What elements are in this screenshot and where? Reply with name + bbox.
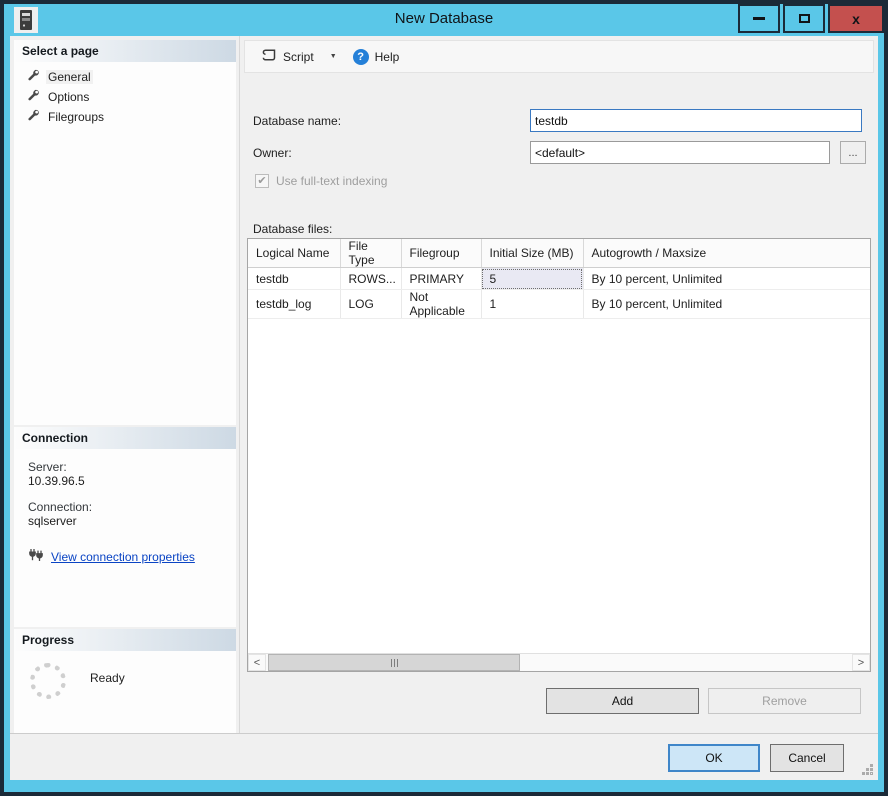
server-value: 10.39.96.5 — [28, 474, 236, 488]
cancel-button[interactable]: Cancel — [770, 744, 844, 772]
sidebar-item-general[interactable]: General — [22, 67, 236, 87]
dialog-toolbar: Script ▼ ? Help — [244, 40, 874, 73]
thumb-grip-icon — [391, 659, 392, 667]
sidebar-item-label: General — [46, 70, 93, 84]
connection-header: Connection — [14, 427, 236, 449]
table-row: testdb_log LOG Not Applicable 1 By 10 pe… — [248, 290, 870, 319]
col-file-type[interactable]: File Type — [340, 239, 401, 268]
help-label: Help — [375, 50, 400, 64]
col-filegroup[interactable]: Filegroup — [401, 239, 481, 268]
select-page-header: Select a page — [14, 40, 236, 62]
cell-logical-name[interactable]: testdb — [248, 268, 340, 290]
script-label: Script — [283, 50, 314, 64]
database-name-input[interactable] — [530, 109, 862, 132]
wrench-icon — [26, 89, 39, 105]
cell-filegroup[interactable]: Not Applicable — [401, 290, 481, 319]
fulltext-checkbox-row: ✔ Use full-text indexing — [255, 174, 387, 188]
script-button[interactable]: Script — [255, 44, 320, 69]
owner-input[interactable] — [530, 141, 830, 164]
sidebar-item-label: Filegroups — [46, 110, 106, 124]
col-logical-name[interactable]: Logical Name — [248, 239, 340, 268]
database-name-label: Database name: — [253, 114, 341, 128]
connection-panel: Connection Server: 10.39.96.5 Connection… — [14, 427, 236, 627]
minimize-icon — [753, 17, 765, 20]
database-files-grid: Logical Name File Type Filegroup Initial… — [247, 238, 871, 672]
connection-value: sqlserver — [28, 514, 236, 528]
cell-initial-size-selected[interactable]: 5 — [481, 268, 583, 290]
table-row: testdb ROWS... PRIMARY 5 By 10 percent, … — [248, 268, 870, 290]
scroll-right-icon[interactable]: > — [852, 654, 870, 671]
resize-grip[interactable] — [871, 773, 872, 774]
remove-button: Remove — [708, 688, 861, 714]
horizontal-scrollbar[interactable]: < > — [248, 653, 870, 671]
fulltext-checkbox-label: Use full-text indexing — [276, 174, 387, 188]
titlebar[interactable]: New Database x — [4, 4, 884, 36]
connection-properties-icon — [28, 548, 44, 566]
cell-filegroup[interactable]: PRIMARY — [401, 268, 481, 290]
close-button[interactable]: x — [828, 4, 884, 33]
page-tree: General Options Filegroups — [14, 62, 236, 127]
maximize-icon — [799, 14, 810, 23]
footer-divider — [10, 733, 878, 734]
script-icon — [261, 48, 277, 65]
wrench-icon — [26, 109, 39, 125]
owner-browse-button[interactable]: ... — [840, 141, 866, 164]
close-icon: x — [852, 12, 860, 26]
client-area: Select a page General Options — [10, 36, 878, 780]
help-icon: ? — [353, 49, 369, 65]
select-page-panel: Select a page General Options — [14, 40, 236, 425]
cell-file-type[interactable]: LOG — [340, 290, 401, 319]
sidebar-item-filegroups[interactable]: Filegroups — [22, 107, 236, 127]
help-button[interactable]: ? Help — [347, 45, 406, 69]
fulltext-checkbox[interactable]: ✔ — [255, 174, 269, 188]
server-label: Server: — [28, 460, 236, 474]
new-database-dialog: New Database x Select a page — [0, 0, 888, 796]
sidebar-divider — [239, 36, 240, 733]
col-autogrowth[interactable]: Autogrowth / Maxsize — [583, 239, 870, 268]
minimize-button[interactable] — [738, 4, 780, 33]
thumb-grip-icon — [394, 659, 395, 667]
sidebar-item-options[interactable]: Options — [22, 87, 236, 107]
sidebar-item-label: Options — [46, 90, 91, 104]
progress-header: Progress — [14, 629, 236, 651]
maximize-button[interactable] — [783, 4, 825, 33]
progress-panel: Progress Ready — [14, 629, 236, 733]
cell-initial-size[interactable]: 1 — [481, 290, 583, 319]
progress-spinner-icon — [30, 663, 66, 699]
scrollbar-thumb[interactable] — [268, 654, 520, 671]
ok-button[interactable]: OK — [668, 744, 760, 772]
scroll-left-icon[interactable]: < — [248, 654, 266, 671]
view-connection-properties-link[interactable]: View connection properties — [51, 550, 195, 564]
cell-autogrowth[interactable]: By 10 percent, Unlimited — [583, 290, 870, 319]
owner-label: Owner: — [253, 146, 292, 160]
col-initial-size[interactable]: Initial Size (MB) — [481, 239, 583, 268]
add-button[interactable]: Add — [546, 688, 699, 714]
window-controls: x — [735, 4, 884, 33]
cell-file-type[interactable]: ROWS... — [340, 268, 401, 290]
progress-status: Ready — [90, 671, 125, 685]
thumb-grip-icon — [397, 659, 398, 667]
database-files-label: Database files: — [253, 222, 332, 236]
wrench-icon — [26, 69, 39, 85]
script-dropdown-icon[interactable]: ▼ — [326, 49, 341, 64]
grid-header-row: Logical Name File Type Filegroup Initial… — [248, 239, 870, 268]
cell-autogrowth[interactable]: By 10 percent, Unlimited — [583, 268, 870, 290]
cell-logical-name[interactable]: testdb_log — [248, 290, 340, 319]
connection-label: Connection: — [28, 500, 236, 514]
